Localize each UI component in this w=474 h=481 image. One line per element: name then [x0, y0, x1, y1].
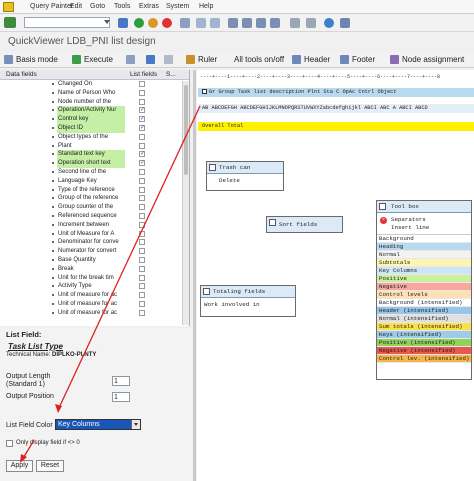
arrowhead-color-icon	[55, 404, 62, 413]
annotation-arrows	[20, 105, 201, 463]
arrow-line-to-color	[57, 105, 201, 411]
arrowhead-apply-icon	[20, 454, 27, 463]
